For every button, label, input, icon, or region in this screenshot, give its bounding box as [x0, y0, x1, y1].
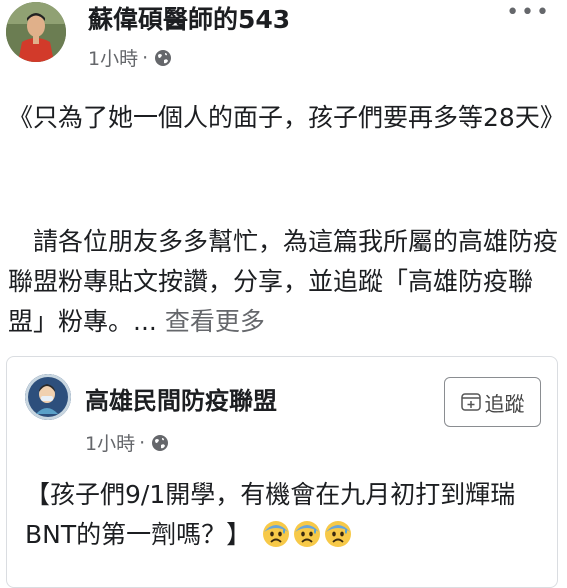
post-header: 蘇偉碩醫師的543 1小時 · •••	[0, 0, 567, 80]
post-meta: 1小時 ·	[88, 44, 172, 71]
shared-timestamp[interactable]: 1小時	[85, 429, 135, 456]
post-timestamp[interactable]: 1小時	[88, 44, 138, 71]
more-options-icon[interactable]: •••	[506, 0, 551, 25]
anxious-face-emoji	[325, 521, 352, 547]
follow-plus-icon	[460, 393, 481, 411]
see-more-link[interactable]: 查看更多	[165, 307, 265, 336]
globe-icon	[155, 49, 172, 66]
author-name[interactable]: 蘇偉碩醫師的543	[88, 0, 290, 36]
follow-button[interactable]: 追蹤	[444, 377, 541, 427]
globe-icon	[152, 434, 169, 451]
post-paragraph-2-text: 請各位朋友多多幫忙，為這篇我所屬的高雄防疫聯盟粉專貼文按讚，分享，並追蹤「高雄防…	[8, 227, 559, 336]
shared-post-meta: 1小時 ·	[85, 429, 169, 456]
author-avatar[interactable]	[6, 2, 66, 62]
anxious-face-emoji	[294, 521, 321, 547]
shared-page-name[interactable]: 高雄民間防疫聯盟	[85, 381, 277, 416]
shared-meta-separator: ·	[139, 431, 146, 454]
follow-label: 追蹤	[484, 391, 525, 416]
shared-post-card[interactable]: 高雄民間防疫聯盟 追蹤 1小時 · 【孩子們9/1開學，有機會在九月初打到輝瑞B…	[6, 356, 558, 588]
meta-separator: ·	[142, 46, 149, 69]
post-paragraph-2: 請各位朋友多多幫忙，為這篇我所屬的高雄防疫聯盟粉專貼文按讚，分享，並追蹤「高雄防…	[8, 222, 563, 342]
page-avatar[interactable]	[25, 374, 71, 420]
ellipsis: ...	[133, 307, 157, 336]
shared-post-text: 【孩子們9/1開學，有機會在九月初打到輝瑞BNT的第一劑嗎？】	[25, 475, 550, 555]
anxious-face-emoji	[263, 521, 290, 547]
post-paragraph-1: 《只為了她一個人的面子，孩子們要再多等28天》	[8, 103, 565, 132]
page-avatar-image	[25, 374, 71, 420]
avatar-image	[6, 2, 66, 62]
